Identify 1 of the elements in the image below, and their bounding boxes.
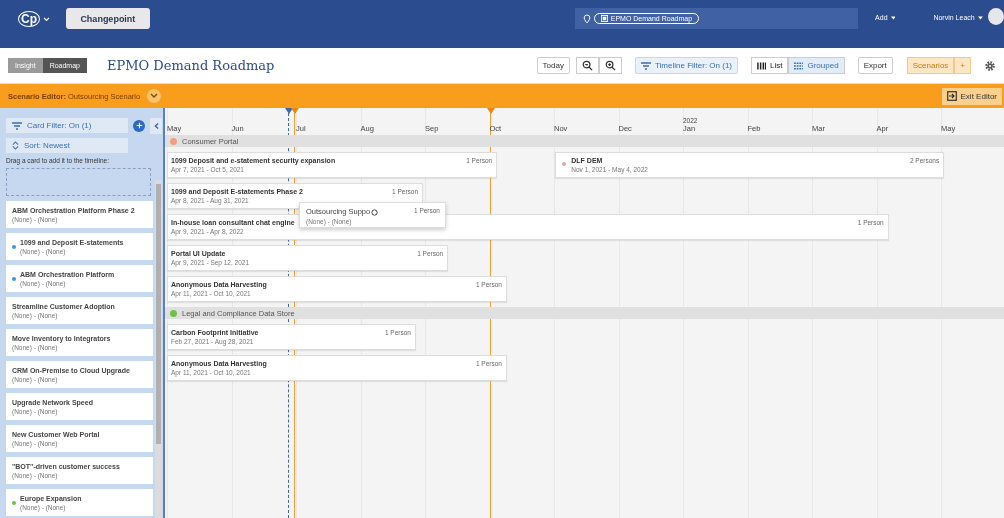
page-title: EPMO Demand Roadmap bbox=[107, 58, 275, 73]
